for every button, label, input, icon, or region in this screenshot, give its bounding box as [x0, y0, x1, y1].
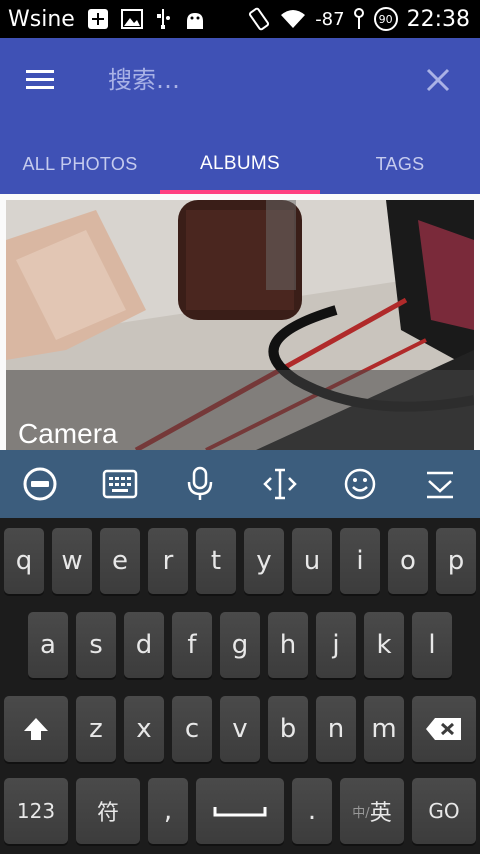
ifly-logo-button[interactable] — [16, 460, 64, 508]
carrier-name: Wsine — [8, 6, 75, 32]
key-o[interactable]: o — [388, 528, 428, 594]
tab-bar: ALL PHOTOS ALBUMS TAGS — [0, 134, 480, 194]
album-title: Camera — [18, 418, 118, 449]
close-icon — [426, 68, 450, 92]
emoji-button[interactable] — [336, 460, 384, 508]
keyboard-layout-button[interactable] — [96, 460, 144, 508]
tab-all-photos[interactable]: ALL PHOTOS — [0, 134, 160, 194]
rotation-icon — [247, 7, 271, 31]
key-d[interactable]: d — [124, 612, 164, 678]
album-caption: Camera — [6, 370, 474, 450]
backspace-key[interactable] — [412, 696, 476, 762]
key-x[interactable]: x — [124, 696, 164, 762]
key-k[interactable]: k — [364, 612, 404, 678]
language-primary-label: 英 — [369, 801, 392, 826]
clear-search-button[interactable] — [422, 64, 454, 96]
key-h[interactable]: h — [268, 612, 308, 678]
key-j[interactable]: j — [316, 612, 356, 678]
numbers-key[interactable]: 123 — [4, 778, 68, 844]
period-key[interactable]: . — [292, 778, 332, 844]
shift-arrow-icon — [24, 718, 48, 740]
hamburger-menu-icon — [26, 70, 54, 89]
tab-tags[interactable]: TAGS — [320, 134, 480, 194]
status-bar: Wsine -87 90 22:38 — [0, 0, 480, 38]
key-v[interactable]: v — [220, 696, 260, 762]
clock: 22:38 — [406, 6, 470, 32]
key-u[interactable]: u — [292, 528, 332, 594]
key-p[interactable]: p — [436, 528, 476, 594]
search-input[interactable] — [108, 60, 388, 100]
key-i[interactable]: i — [340, 528, 380, 594]
key-e[interactable]: e — [100, 528, 140, 594]
hide-keyboard-button[interactable] — [416, 460, 464, 508]
add-notification-icon — [87, 8, 109, 30]
key-w[interactable]: w — [52, 528, 92, 594]
soft-keyboard: q w e r t y u i o p a s d f g h j k l z … — [0, 518, 480, 854]
cursor-edit-button[interactable] — [256, 460, 304, 508]
signal-strength-text: -87 — [315, 8, 345, 30]
keyboard-icon — [102, 469, 138, 499]
language-switch-key[interactable]: 中/ 英 — [340, 778, 404, 844]
key-l[interactable]: l — [412, 612, 452, 678]
space-bar-icon — [213, 807, 267, 817]
microphone-icon — [187, 466, 213, 500]
albums-grid: Camera — [0, 194, 480, 450]
android-debug-icon — [183, 7, 207, 31]
signal-antenna-icon — [353, 7, 365, 31]
key-c[interactable]: c — [172, 696, 212, 762]
key-y[interactable]: y — [244, 528, 284, 594]
language-secondary-label: 中/ — [352, 805, 370, 821]
battery-level: 90 — [378, 12, 393, 26]
space-key[interactable] — [196, 778, 284, 844]
key-g[interactable]: g — [220, 612, 260, 678]
voice-input-button[interactable] — [176, 460, 224, 508]
menu-button[interactable] — [22, 64, 62, 96]
tab-albums[interactable]: ALBUMS — [160, 134, 320, 194]
app-bar: ALL PHOTOS ALBUMS TAGS — [0, 38, 480, 194]
key-q[interactable]: q — [4, 528, 44, 594]
wifi-icon — [279, 8, 307, 30]
text-cursor-icon — [263, 468, 297, 500]
album-card-camera[interactable]: Camera — [6, 200, 474, 450]
shift-key[interactable] — [4, 696, 68, 762]
collapse-keyboard-icon — [427, 471, 453, 499]
battery-icon: 90 — [373, 6, 399, 32]
key-z[interactable]: z — [76, 696, 116, 762]
key-s[interactable]: s — [76, 612, 116, 678]
comma-key[interactable]: , — [148, 778, 188, 844]
symbols-key[interactable]: 符 — [76, 778, 140, 844]
smiley-icon — [344, 468, 376, 500]
key-r[interactable]: r — [148, 528, 188, 594]
backspace-icon — [426, 718, 461, 740]
key-t[interactable]: t — [196, 528, 236, 594]
ifly-logo-icon — [23, 467, 57, 501]
key-a[interactable]: a — [28, 612, 68, 678]
key-b[interactable]: b — [268, 696, 308, 762]
usb-icon — [155, 7, 171, 31]
key-f[interactable]: f — [172, 612, 212, 678]
key-m[interactable]: m — [364, 696, 404, 762]
keyboard-toolbar — [0, 450, 480, 518]
image-notification-icon — [120, 8, 143, 30]
key-n[interactable]: n — [316, 696, 356, 762]
go-key[interactable]: GO — [412, 778, 476, 844]
